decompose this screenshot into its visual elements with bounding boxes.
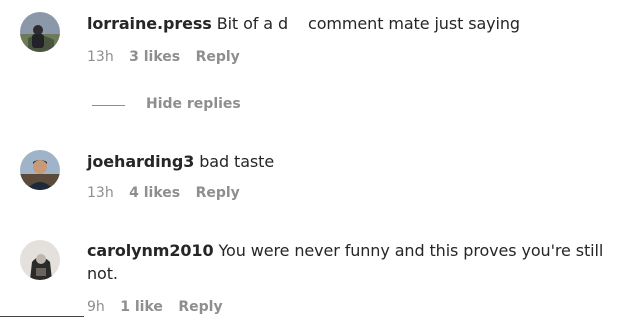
likes-count[interactable]: 4 likes: [129, 185, 180, 201]
comment-body: lorraine.press Bit of a d comment mate ju…: [87, 12, 620, 35]
timestamp: 13h: [87, 49, 114, 65]
comment-text-part: Bit of a d: [216, 14, 289, 33]
avatar-image: [20, 12, 60, 52]
divider-line: [92, 105, 125, 106]
comment-body: joeharding3 bad taste: [87, 150, 620, 173]
comment-meta: 13h 3 likes Reply: [87, 49, 251, 65]
comment-meta: 13h 4 likes Reply: [87, 185, 251, 201]
timestamp: 13h: [87, 185, 114, 201]
comment-body: carolynm2010 You were never funny and th…: [87, 239, 620, 285]
avatar[interactable]: [20, 12, 60, 52]
avatar-image: [20, 150, 60, 190]
hide-replies-label[interactable]: Hide replies: [146, 96, 241, 112]
reply-button[interactable]: Reply: [196, 49, 240, 65]
comment-text: joeharding3 bad taste: [87, 150, 620, 173]
comment-meta: 9h 1 like Reply: [87, 299, 234, 315]
comments-panel: lorraine.press Bit of a d comment mate ju…: [0, 0, 634, 319]
avatar[interactable]: [20, 150, 60, 190]
avatar[interactable]: [20, 240, 60, 280]
reply-button[interactable]: Reply: [178, 299, 222, 315]
likes-count[interactable]: 3 likes: [129, 49, 180, 65]
username[interactable]: carolynm2010: [87, 241, 214, 260]
underline-mark: [0, 316, 84, 317]
avatar-image: [20, 240, 60, 280]
comment-text: lorraine.press Bit of a d comment mate ju…: [87, 12, 620, 35]
comment-text-part: bad taste: [199, 152, 275, 171]
comment-text-part: comment mate just saying: [308, 14, 520, 33]
comment-text: carolynm2010 You were never funny and th…: [87, 239, 620, 285]
timestamp: 9h: [87, 299, 105, 315]
likes-count[interactable]: 1 like: [120, 299, 163, 315]
reply-button[interactable]: Reply: [196, 185, 240, 201]
username[interactable]: lorraine.press: [87, 14, 212, 33]
username[interactable]: joeharding3: [87, 152, 194, 171]
